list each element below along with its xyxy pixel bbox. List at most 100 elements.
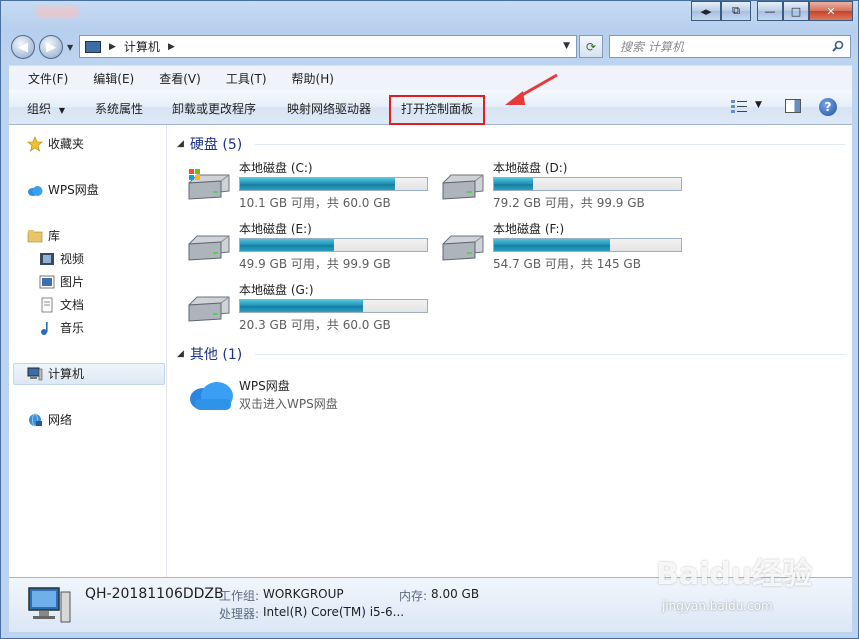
- library-icon: [27, 229, 43, 242]
- watermark-url: jingyan.baidu.com: [662, 599, 773, 613]
- sidebar-label: 网络: [48, 413, 73, 427]
- drive-name: 本地磁盘 (F:): [493, 222, 565, 236]
- map-network-drive-button[interactable]: 映射网络驱动器: [287, 100, 371, 117]
- computer-icon: [27, 367, 43, 380]
- sidebar-item-documents[interactable]: 文档: [39, 296, 84, 313]
- sidebar-item-library[interactable]: 库: [27, 227, 60, 244]
- drive-free-space: 49.9 GB 可用，共 99.9 GB: [239, 257, 391, 271]
- menu-tools[interactable]: 工具(T): [207, 70, 273, 87]
- content-area: 收藏夹 WPS网盘 库 视频 图片 文档 音乐 计算机 网络 ◢ 硬盘 (5) …: [9, 125, 852, 577]
- navigation-pane: 收藏夹 WPS网盘 库 视频 图片 文档 音乐 计算机 网络: [9, 125, 167, 577]
- open-control-panel-button[interactable]: 打开控制面板: [401, 100, 473, 117]
- drive-item[interactable]: 本地磁盘 (G:) 20.3 GB 可用，共 60.0 GB: [185, 279, 435, 335]
- document-icon: [41, 297, 53, 312]
- sidebar-item-favorites[interactable]: 收藏夹: [27, 135, 84, 152]
- computer-small-icon: [85, 40, 101, 53]
- minimize-button[interactable]: —: [757, 1, 783, 21]
- preview-pane-icon[interactable]: [785, 99, 801, 113]
- breadcrumb-arrow-icon[interactable]: ▶: [168, 42, 175, 52]
- menu-view[interactable]: 查看(V): [140, 70, 207, 87]
- sidebar-item-computer[interactable]: 计算机: [27, 365, 84, 382]
- menu-file[interactable]: 文件(F): [9, 70, 74, 87]
- watermark-brand: Baidu经验: [656, 557, 813, 592]
- memory-label: 内存:: [399, 589, 428, 603]
- drive-usage-bar: [239, 177, 428, 191]
- drive-free-space: 20.3 GB 可用，共 60.0 GB: [239, 318, 391, 332]
- group-header-others[interactable]: ◢ 其他 (1): [177, 344, 242, 364]
- picture-icon: [39, 275, 55, 288]
- uninstall-program-button[interactable]: 卸载或更改程序: [172, 100, 256, 117]
- network-icon: [29, 413, 42, 426]
- sidebar-item-video[interactable]: 视频: [39, 250, 84, 267]
- drive-name: 本地磁盘 (C:): [239, 161, 313, 175]
- drive-item[interactable]: 本地磁盘 (F:) 54.7 GB 可用，共 145 GB: [439, 218, 689, 274]
- drive-usage-bar: [239, 238, 428, 252]
- maximize-button[interactable]: □: [783, 1, 809, 21]
- red-arrow-annotation: [505, 73, 558, 105]
- restore-extra-button[interactable]: ⧉: [721, 1, 751, 21]
- sidebar-item-network[interactable]: 网络: [27, 411, 72, 428]
- address-dropdown-icon[interactable]: ▼: [563, 41, 570, 51]
- refresh-button[interactable]: ⟳: [579, 35, 603, 58]
- title-extra-buttons: ◂▸ ⧉: [691, 1, 753, 23]
- hard-drive-icon: [188, 235, 230, 261]
- change-view-icon[interactable]: [731, 99, 747, 113]
- sidebar-item-music[interactable]: 音乐: [39, 319, 84, 336]
- group-header-hard-disks[interactable]: ◢ 硬盘 (5): [177, 134, 242, 154]
- explorer-window: ◂▸ ⧉ — □ ✕ ◀ ▶ ▼ ▶ 计算机 ▶ ▼ ⟳ 搜索 计算机 文件(F…: [0, 0, 859, 639]
- music-icon: [41, 321, 48, 335]
- memory-value: 8.00 GB: [431, 587, 480, 601]
- address-bar[interactable]: ▶ 计算机 ▶ ▼: [79, 35, 577, 58]
- drive-item[interactable]: 本地磁盘 (C:) 10.1 GB 可用，共 60.0 GB: [185, 157, 435, 213]
- group-divider: [255, 144, 845, 145]
- baidu-watermark: Baidu经验 jingyan.baidu.com: [656, 549, 856, 629]
- sidebar-item-pictures[interactable]: 图片: [39, 273, 84, 290]
- back-button[interactable]: ◀: [11, 35, 35, 59]
- swap-button[interactable]: ◂▸: [691, 1, 721, 21]
- search-box[interactable]: 搜索 计算机: [609, 35, 851, 58]
- wps-cloud-item[interactable]: WPS网盘 双击进入WPS网盘: [189, 375, 489, 415]
- drive-free-space: 10.1 GB 可用，共 60.0 GB: [239, 196, 391, 210]
- history-dropdown-icon[interactable]: ▼: [67, 43, 75, 52]
- drive-usage-fill: [240, 178, 396, 190]
- system-properties-button[interactable]: 系统属性: [95, 100, 143, 117]
- forward-button[interactable]: ▶: [39, 35, 63, 59]
- breadcrumb-computer[interactable]: 计算机: [124, 38, 160, 55]
- menu-edit[interactable]: 编辑(E): [74, 70, 140, 87]
- sidebar-item-wps[interactable]: WPS网盘: [27, 181, 99, 198]
- item-name: WPS网盘: [239, 379, 290, 393]
- drive-item[interactable]: 本地磁盘 (D:) 79.2 GB 可用，共 99.9 GB: [439, 157, 689, 213]
- drive-usage-fill: [494, 239, 610, 251]
- drive-usage-fill: [494, 178, 534, 190]
- sidebar-label: 收藏夹: [48, 137, 85, 151]
- window-controls: — □ ✕: [757, 1, 853, 23]
- breadcrumb-arrow-icon[interactable]: ▶: [109, 42, 116, 52]
- hard-drive-icon: [442, 235, 484, 261]
- cloud-icon: [28, 185, 43, 196]
- cpu-value: Intel(R) Core(TM) i5-6...: [263, 605, 405, 619]
- forward-arrow-icon: ▶: [46, 39, 56, 55]
- sidebar-label: 库: [48, 229, 61, 243]
- group-title: 其他 (1): [189, 347, 243, 363]
- title-blur: [35, 6, 79, 18]
- group-title: 硬盘 (5): [189, 137, 243, 153]
- organize-label: 组织: [27, 102, 52, 116]
- help-icon[interactable]: ?: [819, 98, 837, 116]
- wps-cloud-icon: [190, 382, 233, 410]
- star-icon: [27, 135, 43, 152]
- search-icon[interactable]: [832, 40, 844, 52]
- sidebar-label: 文档: [60, 298, 85, 312]
- drive-item[interactable]: 本地磁盘 (E:) 49.9 GB 可用，共 99.9 GB: [185, 218, 435, 274]
- close-button[interactable]: ✕: [809, 1, 853, 21]
- drive-usage-bar: [493, 177, 682, 191]
- search-placeholder: 搜索 计算机: [620, 40, 684, 54]
- back-arrow-icon: ◀: [18, 39, 28, 55]
- workgroup-value: WORKGROUP: [263, 587, 344, 601]
- sidebar-label: 图片: [60, 275, 85, 289]
- menu-help[interactable]: 帮助(H): [273, 70, 340, 87]
- drive-usage-bar: [493, 238, 682, 252]
- item-description: 双击进入WPS网盘: [239, 397, 338, 411]
- cpu-label: 处理器:: [219, 607, 260, 621]
- view-dropdown-icon[interactable]: ▼: [755, 100, 762, 110]
- organize-button[interactable]: 组织 ▼: [27, 100, 65, 117]
